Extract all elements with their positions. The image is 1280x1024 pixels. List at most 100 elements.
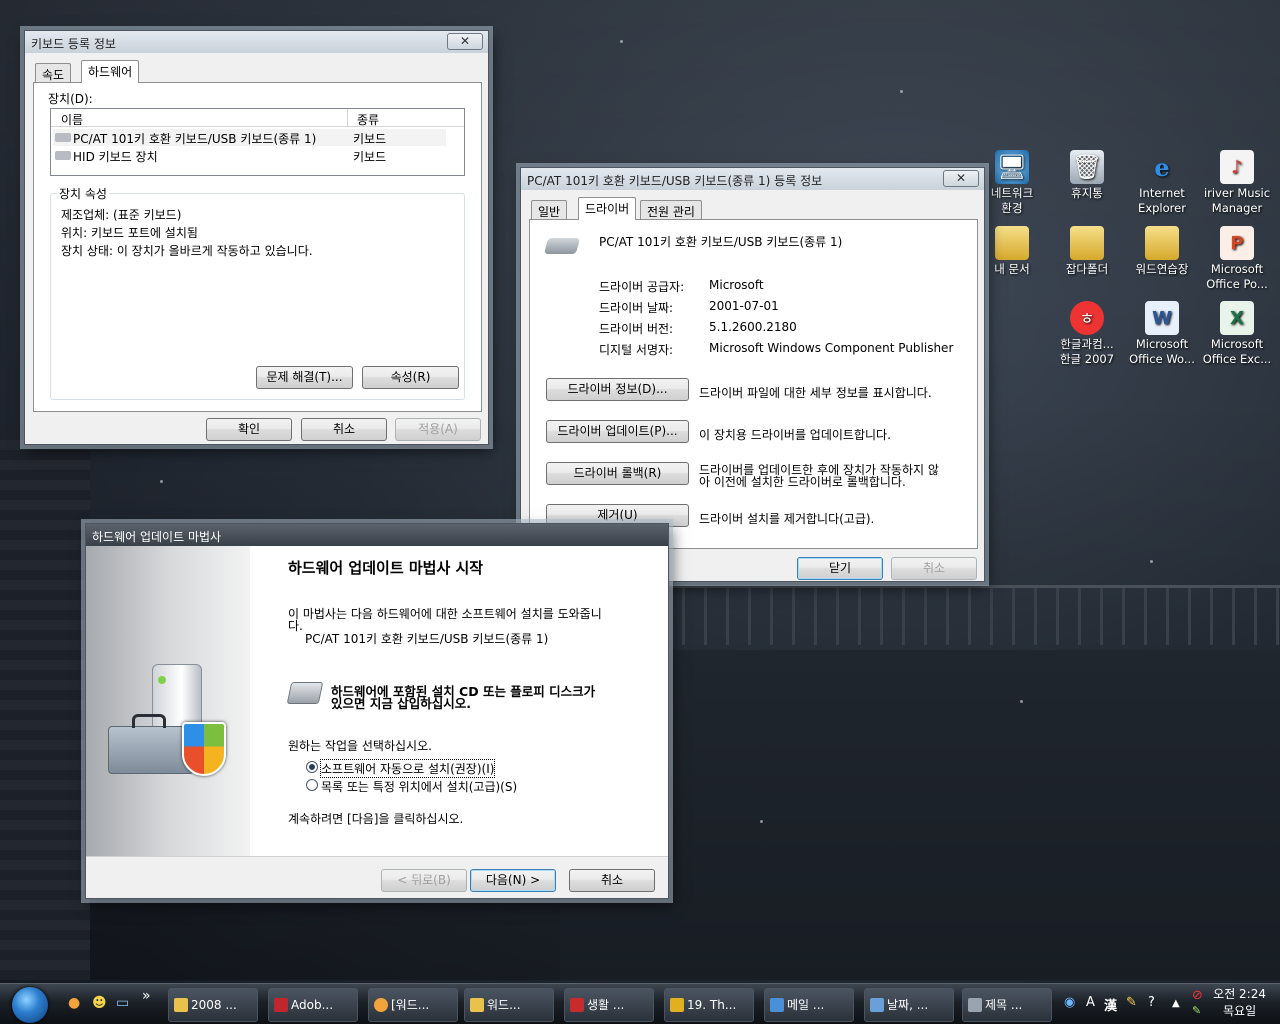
quicklaunch-app-icon[interactable]: ● (68, 995, 80, 1011)
radio-manual-install[interactable] (306, 779, 318, 791)
hardware-update-wizard-window: 하드웨어 업데이트 마법사 하드웨어 업데이트 마법사 시작 이 마법사는 다음… (85, 523, 669, 899)
desktop-icon-folder-misc[interactable]: 잡다폴더 (1049, 226, 1125, 277)
manufacturer-text: 제조업체: (표준 키보드) (61, 208, 182, 222)
table-row[interactable]: PC/AT 101키 호환 키보드/USB 키보드(종류 1) 키보드 (53, 129, 446, 146)
desktop-icon-recycle-bin[interactable]: 🗑 휴지통 (1049, 150, 1125, 201)
quicklaunch-chevron[interactable]: » (142, 988, 151, 1004)
signer-label: 디지털 서명자: (599, 343, 674, 357)
column-name-header[interactable]: 이름 (61, 111, 83, 128)
tab-driver[interactable]: 드라이버 (578, 197, 637, 220)
clock-time: 오전 2:24 (1213, 987, 1266, 1001)
next-button[interactable]: 다음(N) > (470, 869, 556, 892)
device-name: PC/AT 101키 호환 키보드/USB 키보드(종류 1) (599, 235, 843, 249)
tab-hardware[interactable]: 하드웨어 (81, 60, 140, 83)
back-button[interactable]: < 뒤로(B) (381, 869, 467, 892)
folder-icon (1145, 226, 1179, 260)
properties-button[interactable]: 속성(R) (362, 366, 459, 389)
keyboard-icon (55, 151, 71, 160)
group-title: 장치 속성 (57, 185, 109, 202)
location-text: 위치: 키보드 포트에 설치됨 (61, 226, 198, 240)
driver-details-button[interactable]: 드라이버 정보(D)... (546, 378, 689, 401)
app-icon (968, 998, 982, 1012)
cancel-button[interactable]: 취소 (891, 557, 977, 580)
provider-value: Microsoft (709, 278, 764, 292)
desktop-icon-hangul[interactable]: ㅎ 한글과컴... 한글 2007 (1049, 301, 1125, 367)
window-title: 키보드 등록 정보 (31, 37, 116, 51)
tab-general[interactable]: 일반 (531, 200, 568, 220)
desktop-icon-excel[interactable]: X Microsoft Office Exc... (1199, 301, 1275, 367)
desktop-icon-my-documents[interactable]: 내 문서 (974, 226, 1050, 277)
folder-icon (470, 998, 484, 1012)
desktop-icon-network[interactable]: 🖥 네트워크 환경 (974, 150, 1050, 216)
continue-instruction: 계속하려면 [다음]을 클릭하십시오. (288, 812, 464, 826)
driver-details-desc: 드라이버 파일에 대한 세부 정보를 표시합니다. (699, 386, 932, 400)
taskbar-button[interactable]: 제목 ... (962, 988, 1052, 1022)
desktop-icon-iriver[interactable]: ♪ iriver Music Manager (1199, 150, 1275, 216)
start-button[interactable] (12, 987, 48, 1023)
close-button[interactable]: ✕ (447, 33, 483, 50)
taskbar: ● ☻ ▭ » 2008 ... Adob... [워드... 워드... 생활… (0, 983, 1280, 1024)
update-driver-desc: 이 장치용 드라이버를 업데이트합니다. (699, 428, 891, 442)
hardware-toolbox-icon (108, 664, 228, 784)
ime-tool-icon[interactable]: ✎ (1126, 995, 1137, 1010)
radio-manual-install-label[interactable]: 목록 또는 특정 위치에서 설치(고급)(S) (321, 778, 517, 795)
table-row[interactable]: HID 키보드 장치 키보드 (53, 147, 446, 164)
input-mode-icon[interactable]: A (1086, 995, 1095, 1010)
titlebar[interactable]: 키보드 등록 정보 ✕ (25, 31, 488, 53)
ime-hanja-icon[interactable]: 漢 (1104, 995, 1117, 1014)
tray-expand-icon[interactable]: ▲ (1172, 998, 1180, 1009)
cancel-button[interactable]: 취소 (301, 418, 387, 441)
quicklaunch-messenger-icon[interactable]: ☻ (92, 995, 107, 1011)
word-icon: W (1145, 301, 1179, 335)
radio-auto-install-label[interactable]: 소프트웨어 자동으로 설치(권장)(I) (319, 759, 496, 778)
tab-power-management[interactable]: 전원 관리 (640, 200, 702, 220)
desktop-icon-internet-explorer[interactable]: e Internet Explorer (1124, 150, 1200, 216)
troubleshoot-button[interactable]: 문제 해결(T)... (256, 366, 353, 389)
taskbar-button[interactable]: Adob... (268, 988, 358, 1022)
column-type-header[interactable]: 종류 (357, 111, 379, 128)
cancel-button[interactable]: 취소 (569, 869, 655, 892)
taskbar-button[interactable]: 생활 ... (564, 988, 654, 1022)
radio-auto-install[interactable] (306, 761, 318, 773)
tab-speed[interactable]: 속도 (35, 63, 72, 83)
device-name: HID 키보드 장치 (73, 150, 158, 164)
volume-icon[interactable]: ✎ (1192, 1004, 1201, 1017)
devices-label: 장치(D): (48, 92, 93, 106)
taskbar-button[interactable]: 19. Th... (664, 988, 754, 1022)
wizard-footer: < 뒤로(B) 다음(N) > 취소 (86, 856, 668, 898)
taskbar-button[interactable]: 메일 ... (764, 988, 854, 1022)
version-label: 드라이버 버전: (599, 322, 674, 336)
desktop-icon-word[interactable]: W Microsoft Office Wo... (1124, 301, 1200, 367)
iriver-icon: ♪ (1220, 150, 1254, 184)
driver-tab-panel: PC/AT 101키 호환 키보드/USB 키보드(종류 1) 드라이버 공급자… (529, 219, 978, 549)
device-type: 키보드 (353, 150, 387, 164)
app-icon (670, 998, 684, 1012)
titlebar[interactable]: PC/AT 101키 호환 키보드/USB 키보드(종류 1) 등록 정보 ✕ (521, 168, 984, 190)
close-dialog-button[interactable]: 닫기 (797, 557, 883, 580)
network-status-icon[interactable]: ⊘ (1192, 988, 1203, 1003)
taskbar-button[interactable]: [워드... (368, 988, 458, 1022)
desktop-icon-powerpoint[interactable]: P Microsoft Office Po... (1199, 226, 1275, 292)
help-icon[interactable]: ? (1148, 995, 1155, 1010)
device-list[interactable]: 이름 종류 PC/AT 101키 호환 키보드/USB 키보드(종류 1) 키보… (50, 108, 465, 176)
show-desktop-icon[interactable]: ▭ (116, 995, 129, 1011)
language-bar-icon[interactable]: ◉ (1064, 995, 1075, 1010)
update-driver-button[interactable]: 드라이버 업데이트(P)... (546, 420, 689, 443)
wizard-heading: 하드웨어 업데이트 마법사 시작 (288, 559, 484, 577)
apply-button[interactable]: 적용(A) (395, 418, 481, 441)
desktop-icon-folder-word[interactable]: 워드연습장 (1124, 226, 1200, 277)
taskbar-button[interactable]: 날짜, ... (864, 988, 954, 1022)
wizard-sidebar (86, 546, 250, 856)
taskbar-button[interactable]: 워드... (464, 988, 554, 1022)
rollback-driver-button[interactable]: 드라이버 롤백(R) (546, 462, 689, 485)
cd-drive-icon (286, 682, 324, 704)
system-clock[interactable]: 오전 2:24 목요일 (1213, 986, 1266, 1020)
close-button[interactable]: ✕ (943, 170, 979, 187)
titlebar[interactable]: 하드웨어 업데이트 마법사 (86, 524, 668, 546)
ok-button[interactable]: 확인 (206, 418, 292, 441)
taskbar-button[interactable]: 2008 ... (168, 988, 258, 1022)
wizard-device-name: PC/AT 101키 호환 키보드/USB 키보드(종류 1) (305, 632, 549, 646)
app-icon (374, 998, 388, 1012)
provider-label: 드라이버 공급자: (599, 280, 685, 294)
internet-explorer-icon: e (1154, 152, 1170, 182)
